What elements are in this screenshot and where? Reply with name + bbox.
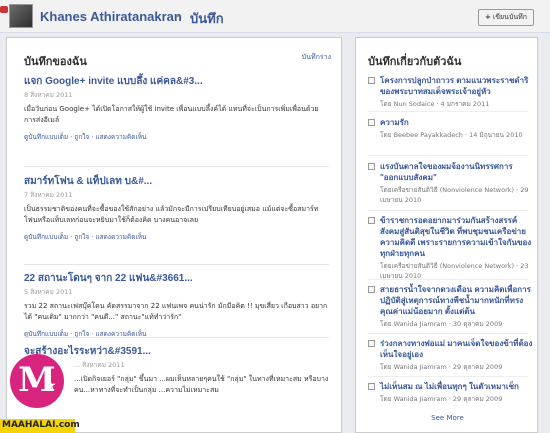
see-more-link[interactable]: See More (356, 414, 537, 422)
write-note-button[interactable]: + เขียนบันทึก (478, 9, 535, 26)
about-me-heading: บันทึกเกี่ยวกับตัวฉัน (368, 55, 462, 68)
note-excerpt: ...เปิดกิจเยอร์ "กลุ่ม" ขึ้นมา ...ผมเห็น… (74, 375, 329, 394)
note-title-link[interactable]: 22 สถานะโดนๆ จาก 22 แฟน&#3661... (24, 272, 329, 285)
note-date: 5 สิงหาคม 2011 (24, 288, 73, 296)
divider (368, 155, 528, 156)
top-bar: Khanes Athiratanakran ▸ บันทึก + เขียนบัน… (0, 0, 550, 33)
page-title[interactable]: บันทึก (190, 8, 224, 29)
tagged-note-title-link[interactable]: แรงบันดาลใจของผมจ้องานนิทรรศการ "ออกแบบส… (380, 161, 533, 183)
note-excerpt: รวม 22 สถานะเฟสบุ๊คโดน คัดสรรมาจาก 22 แฟ… (24, 302, 328, 321)
star-icon: ★ (44, 378, 57, 394)
drafts-link[interactable]: บันทึกร่าง (302, 52, 331, 63)
tagged-note-meta: โดยเครือข่ายสันติวิธี (Nonviolence Netwo… (380, 186, 529, 204)
tagged-note-meta: โดย Wanida Jiamram · 29 ตุลาคม 2009 (380, 363, 503, 371)
watermark-band: MAAHALAI.com (0, 419, 80, 433)
tagged-note-item: แรงบันดาลใจของผมจ้องานนิทรรศการ "ออกแบบส… (368, 161, 533, 205)
divider (368, 333, 528, 334)
tagged-note-title-link[interactable]: ไม่เห็นสม ณ ไม่เพื่อนทุกๆ ในตัวเหมาเช็ก (380, 381, 533, 392)
breadcrumb-arrow-icon: ▸ (176, 11, 181, 20)
tagged-note-meta: โดย Wanida Jiamram · 30 ตุลาคม 2009 (380, 320, 503, 328)
tagged-note-meta: โดย Wanida Jiamram · 29 ตุลาคม 2009 (380, 395, 503, 403)
tagged-note-item: ข้าราชการอดอยากมาร่วมกันสร้างสรรค์สังคมส… (368, 215, 533, 281)
note-title-link[interactable]: สมาร์ทโฟน & แท็ปเลท บ&#... (24, 175, 329, 188)
divider (368, 376, 528, 377)
profile-name-link[interactable]: Khanes Athiratanakran (40, 9, 182, 24)
avatar[interactable] (9, 4, 33, 28)
write-note-label: เขียนบันทึก (492, 13, 528, 21)
tagged-note-item: ไม่เห็นสม ณ ไม่เพื่อนทุกๆ ในตัวเหมาเช็ก … (368, 381, 533, 404)
note-item: สมาร์ทโฟน & แท็ปเลท บ&#... 7 สิงหาคม 201… (24, 175, 329, 242)
plus-icon: + (485, 13, 491, 21)
note-icon (368, 340, 375, 347)
note-icon (368, 383, 375, 390)
tagged-note-meta: โดย Beebee Payakkadech · 14 มิถุนายน 201… (380, 131, 523, 139)
note-excerpt: เป็นธรรมชาติของคนที่จะซื้อของใช้สักอย่าง… (24, 205, 319, 224)
tagged-note-meta: โดยเครือข่ายสันติวิธี (Nonviolence Netwo… (380, 262, 529, 280)
tagged-note-meta: โดย Nun Sodaice · 4 มกราคม 2011 (380, 100, 490, 108)
divider (24, 166, 329, 167)
tagged-note-title-link[interactable]: ข้าราชการอดอยากมาร่วมกันสร้างสรรค์สังคมส… (380, 215, 533, 259)
note-item: 22 สถานะโดนๆ จาก 22 แฟน&#3661... 5 สิงหา… (24, 272, 329, 339)
note-icon (368, 77, 375, 84)
divider (24, 264, 329, 265)
about-me-panel: บันทึกเกี่ยวกับตัวฉัน โครงการปลูกป่าถาวร… (355, 37, 538, 433)
note-item: แจก Google+ invite แบบลึ้ง แค่คล&#3... 8… (24, 75, 329, 142)
tagged-note-title-link[interactable]: โครงการปลูกป่าถาวร ตามแนวพระราชดำริของพร… (380, 75, 533, 97)
note-icon (368, 217, 375, 224)
tagged-note-item: ร่วงกลางทางพ่อแม่ มาคนเจ็ดใจของข้าที่ต้อ… (368, 338, 533, 372)
note-icon (368, 286, 375, 293)
note-actions[interactable]: ดูบันทึกแบบเต็ม · ถูกใจ · แสดงความคิดเห็… (24, 132, 329, 142)
note-date: ... สิงหาคม 2011 (74, 361, 125, 369)
tagged-note-item: ความรัก โดย Beebee Payakkadech · 14 มิถุ… (368, 117, 533, 140)
note-excerpt: เมื่อวันก่อน Google+ ได้เปิดโอกาสให้ผู้ใ… (24, 105, 319, 124)
note-icon (368, 119, 375, 126)
note-title-link[interactable]: แจก Google+ invite แบบลึ้ง แค่คล&#3... (24, 75, 329, 88)
app-badge-icon (0, 6, 8, 13)
watermark-text: MAAHALAI.com (2, 420, 80, 430)
tagged-note-item: โครงการปลูกป่าถาวร ตามแนวพระราชดำริของพร… (368, 75, 533, 109)
watermark-badge-icon: M ★ (10, 354, 64, 408)
divider (368, 111, 528, 112)
watermark-logo: M ★ MAAHALAI.com (0, 354, 80, 433)
note-icon (368, 163, 375, 170)
tagged-note-title-link[interactable]: สายธารน้ำใจจากดวงเดือน ความคิดเพื่อการปฏ… (380, 284, 533, 317)
note-date: 7 สิงหาคม 2011 (24, 191, 73, 199)
divider (368, 210, 528, 211)
note-date: 8 สิงหาคม 2011 (24, 91, 73, 99)
note-actions[interactable]: ดูบันทึกแบบเต็ม · ถูกใจ · แสดงความคิดเห็… (24, 232, 329, 242)
tagged-note-item: สายธารน้ำใจจากดวงเดือน ความคิดเพื่อการปฏ… (368, 284, 533, 329)
divider (368, 279, 528, 280)
my-notes-heading: บันทึกของฉัน (24, 55, 87, 68)
divider (24, 337, 329, 338)
tagged-note-title-link[interactable]: ความรัก (380, 117, 533, 128)
tagged-note-title-link[interactable]: ร่วงกลางทางพ่อแม่ มาคนเจ็ดใจของข้าที่ต้อ… (380, 338, 533, 360)
